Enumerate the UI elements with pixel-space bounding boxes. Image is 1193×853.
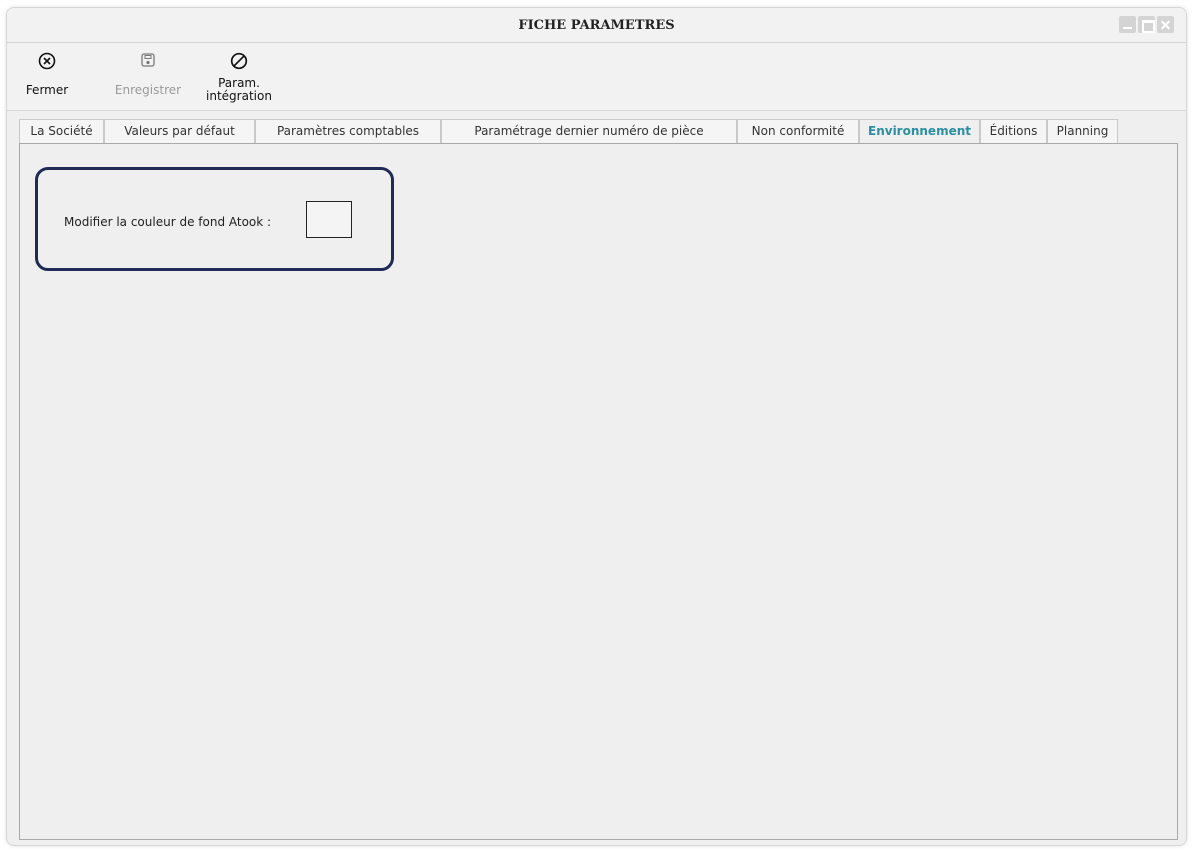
- tab-non-conformite[interactable]: Non conformité: [737, 119, 859, 144]
- tab-valeurs-par-defaut[interactable]: Valeurs par défaut: [104, 119, 255, 144]
- close-window-icon[interactable]: [1157, 16, 1174, 33]
- window-title: FICHE PARAMETRES: [518, 18, 675, 33]
- tab-parametres-comptables[interactable]: Paramètres comptables: [255, 119, 441, 144]
- tab-la-societe[interactable]: La Société: [19, 119, 104, 144]
- background-color-picker[interactable]: [306, 201, 352, 238]
- close-circle-icon: [38, 52, 56, 73]
- prohibited-icon: [230, 52, 248, 73]
- close-button[interactable]: Fermer: [17, 44, 77, 110]
- close-button-label: Fermer: [25, 83, 69, 97]
- window-controls: [1119, 16, 1174, 33]
- title-bar: FICHE PARAMETRES: [7, 8, 1186, 43]
- integration-button-label: Param. intégration: [197, 77, 281, 103]
- tab-planning[interactable]: Planning: [1047, 119, 1118, 144]
- background-color-label: Modifier la couleur de fond Atook :: [64, 215, 272, 229]
- tab-editions[interactable]: Éditions: [980, 119, 1047, 144]
- integration-settings-button[interactable]: Param. intégration: [197, 44, 281, 110]
- minimize-icon[interactable]: [1119, 16, 1136, 33]
- tab-dernier-numero-piece[interactable]: Paramétrage dernier numéro de pièce: [441, 119, 737, 144]
- environment-panel: Modifier la couleur de fond Atook :: [19, 143, 1178, 840]
- integration-label-line1: Param.: [218, 76, 260, 90]
- tab-environnement[interactable]: Environnement: [859, 119, 980, 145]
- floppy-disk-icon: [140, 52, 156, 71]
- maximize-icon[interactable]: [1138, 16, 1155, 33]
- integration-label-line2: intégration: [206, 89, 272, 103]
- parameters-window: FICHE PARAMETRES Fermer Enregistrer Para…: [6, 7, 1187, 846]
- save-button-label: Enregistrer: [114, 83, 182, 97]
- toolbar: Fermer Enregistrer Param. intégration: [7, 44, 1186, 111]
- save-button[interactable]: Enregistrer: [107, 44, 189, 110]
